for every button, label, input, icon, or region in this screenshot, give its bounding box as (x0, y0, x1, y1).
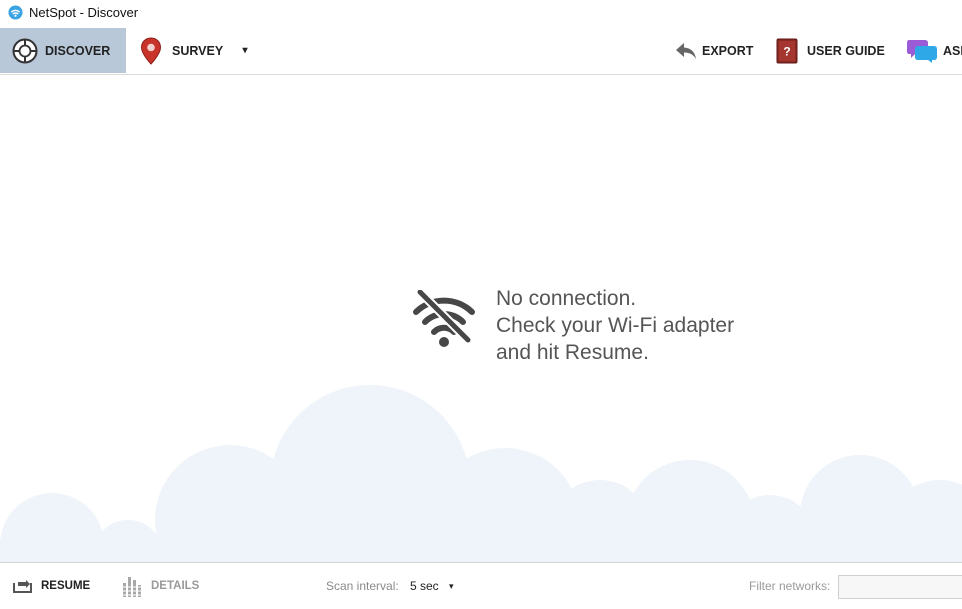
discover-button[interactable]: DISCOVER (0, 28, 126, 73)
filter-networks-input[interactable] (838, 575, 962, 599)
svg-text:?: ? (783, 44, 790, 58)
ask-button[interactable]: ASK (906, 28, 962, 73)
no-connection-message: No connection. Check your Wi-Fi adapter … (412, 285, 734, 366)
scan-interval-label: Scan interval: (326, 579, 399, 593)
resume-button[interactable]: RESUME (13, 573, 90, 599)
reply-arrow-icon (676, 42, 696, 59)
wifi-off-icon (413, 290, 475, 347)
discover-label: DISCOVER (45, 43, 111, 58)
main-toolbar: DISCOVER SURVEY ▾ EXPORT ? USER GUIDE AS… (0, 28, 962, 75)
map-pin-icon (140, 36, 162, 65)
user-guide-label: USER GUIDE (807, 43, 885, 58)
window-title: NetSpot - Discover (29, 5, 139, 20)
netspot-logo-icon (8, 5, 23, 20)
message-line-1: No connection. (496, 287, 637, 310)
filter-networks-label: Filter networks: (749, 579, 831, 593)
message-line-3: and hit Resume. (496, 341, 649, 364)
title-bar: NetSpot - Discover (0, 0, 962, 26)
export-label: EXPORT (702, 43, 754, 58)
details-label: DETAILS (151, 580, 200, 592)
survey-dropdown-button[interactable]: ▾ (236, 28, 254, 73)
export-button[interactable]: EXPORT (675, 28, 753, 73)
resume-icon (13, 580, 32, 593)
crosshair-icon (12, 38, 38, 63)
help-book-icon: ? (776, 38, 798, 63)
details-button[interactable]: DETAILS (122, 573, 199, 599)
survey-button[interactable]: SURVEY (140, 28, 223, 73)
user-guide-button[interactable]: ? USER GUIDE (776, 28, 885, 73)
caret-down-icon: ▾ (242, 45, 248, 56)
discover-main-area: No connection. Check your Wi-Fi adapter … (0, 75, 962, 562)
scan-interval-select[interactable]: 5 sec (410, 573, 439, 599)
ask-label: ASK (943, 43, 962, 58)
bars-icon (122, 577, 142, 597)
resume-label: RESUME (41, 580, 91, 592)
status-bar: RESUME DETAILS Scan interval: 5 sec ▾ Fi… (0, 562, 962, 609)
message-line-2: Check your Wi-Fi adapter (496, 314, 735, 337)
chat-bubbles-icon (907, 39, 937, 63)
survey-label: SURVEY (172, 43, 224, 58)
no-connection-text: No connection. Check your Wi-Fi adapter … (496, 285, 734, 366)
scan-interval-caret-icon[interactable]: ▾ (449, 573, 454, 599)
